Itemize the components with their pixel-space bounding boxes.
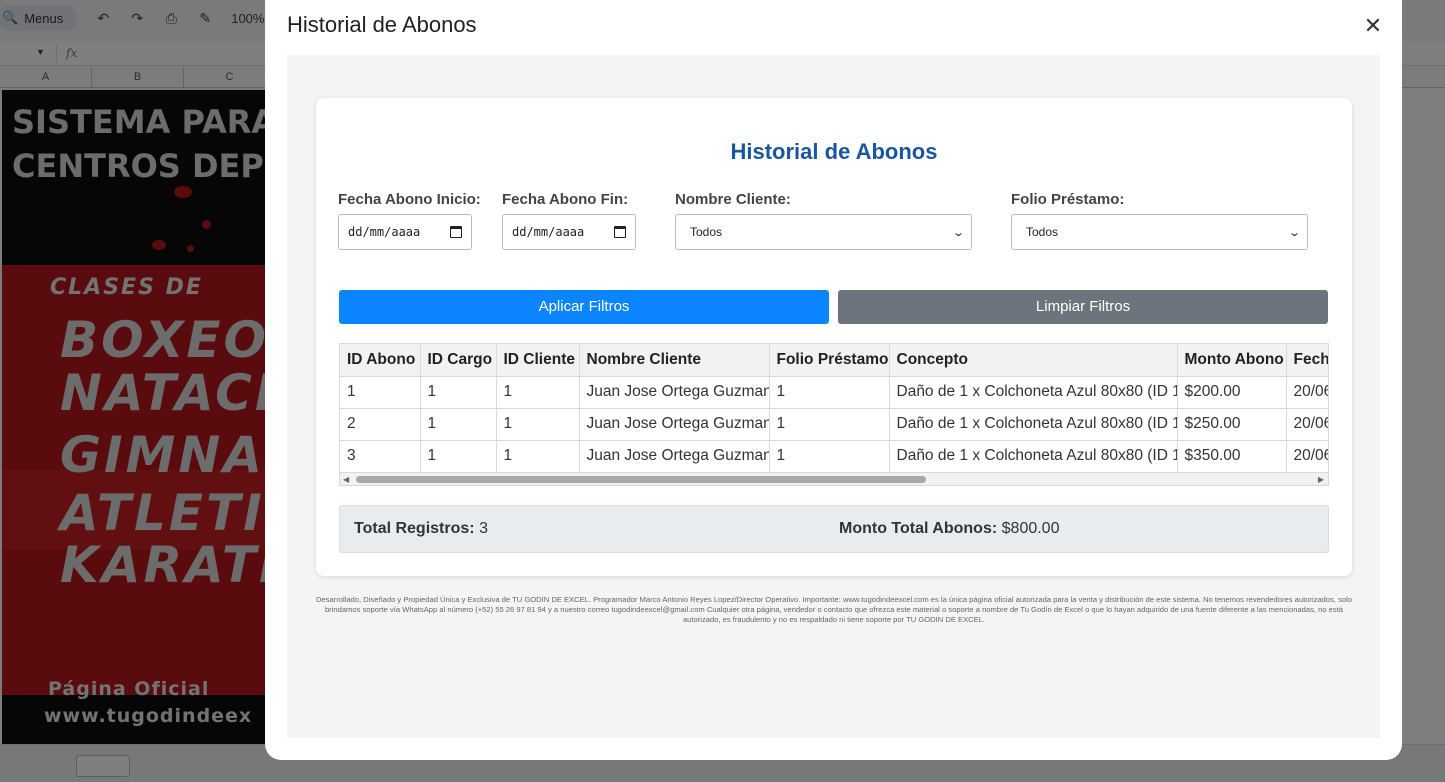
chevron-down-icon: ⌄ <box>951 226 965 239</box>
header-folio-prestamo: Folio Préstamo <box>769 344 890 377</box>
header-fecha: Fech <box>1286 344 1328 377</box>
cell-nombre-cliente: Juan Jose Ortega Guzman <box>579 408 770 441</box>
chevron-down-icon: ⌄ <box>1287 226 1301 239</box>
monto-total-value: $800.00 <box>1001 520 1060 537</box>
cell-id-abono: 3 <box>340 440 421 473</box>
fecha-fin-placeholder: dd/mm/aaaa <box>512 225 585 239</box>
nombre-cliente-label: Nombre Cliente: <box>675 191 791 208</box>
fecha-inicio-placeholder: dd/mm/aaaa <box>348 225 421 239</box>
filter-fecha-inicio: Fecha Abono Inicio: dd/mm/aaaa <box>338 191 481 250</box>
cell-monto-abono: $350.00 <box>1177 440 1287 473</box>
historial-card: Historial de Abonos Fecha Abono Inicio: … <box>316 98 1352 576</box>
cell-id-cliente: 1 <box>496 408 580 441</box>
scrollbar-thumb[interactable] <box>356 476 926 483</box>
cell-id-abono: 2 <box>340 408 421 441</box>
cell-fecha: 20/06 <box>1286 376 1328 409</box>
cell-id-cargo: 1 <box>420 440 497 473</box>
nombre-cliente-value: Todos <box>690 225 723 239</box>
table-row: 3 1 1 Juan Jose Ortega Guzman 1 Daño de … <box>340 440 1328 473</box>
fecha-fin-input[interactable]: dd/mm/aaaa <box>502 214 636 250</box>
monto-total-abonos: Monto Total Abonos: $800.00 <box>839 520 1059 538</box>
header-monto-abono: Monto Abono <box>1177 344 1287 377</box>
header-id-cargo: ID Cargo <box>420 344 497 377</box>
cell-id-cliente: 1 <box>496 376 580 409</box>
total-registros-value: 3 <box>479 520 488 537</box>
filter-fecha-fin: Fecha Abono Fin: dd/mm/aaaa <box>502 191 636 250</box>
scroll-left-icon[interactable]: ◀ <box>343 475 349 484</box>
modal-title: Historial de Abonos <box>287 12 477 37</box>
cell-id-abono: 1 <box>340 376 421 409</box>
cell-concepto: Daño de 1 x Colchoneta Azul 80x80 (ID 1) <box>889 408 1178 441</box>
filter-nombre-cliente: Nombre Cliente: Todos ⌄ <box>675 191 972 250</box>
scroll-right-icon[interactable]: ▶ <box>1318 475 1324 484</box>
fecha-fin-label: Fecha Abono Fin: <box>502 191 629 208</box>
total-registros-label: Total Registros: <box>354 520 475 537</box>
summary-bar: Total Registros: 3 Monto Total Abonos: $… <box>339 505 1329 553</box>
card-title: Historial de Abonos <box>730 139 938 164</box>
historial-abonos-modal: Historial de Abonos ✕ Historial de Abono… <box>265 0 1402 760</box>
header-id-cliente: ID Cliente <box>496 344 580 377</box>
limpiar-filtros-button[interactable]: Limpiar Filtros <box>838 290 1328 324</box>
folio-prestamo-select[interactable]: Todos ⌄ <box>1011 214 1308 250</box>
cell-nombre-cliente: Juan Jose Ortega Guzman <box>579 376 770 409</box>
cell-monto-abono: $200.00 <box>1177 376 1287 409</box>
cell-folio-prestamo: 1 <box>769 440 890 473</box>
footer-disclaimer: Desarrollado, Diseñado y Propiedad Única… <box>315 595 1353 624</box>
cell-id-cargo: 1 <box>420 408 497 441</box>
cell-concepto: Daño de 1 x Colchoneta Azul 80x80 (ID 1) <box>889 440 1178 473</box>
nombre-cliente-select[interactable]: Todos ⌄ <box>675 214 972 250</box>
header-nombre-cliente: Nombre Cliente <box>579 344 770 377</box>
calendar-icon[interactable] <box>450 226 462 238</box>
cell-concepto: Daño de 1 x Colchoneta Azul 80x80 (ID 1) <box>889 376 1178 409</box>
table-header-row: ID Abono ID Cargo ID Cliente Nombre Clie… <box>340 344 1328 377</box>
header-id-abono: ID Abono <box>340 344 421 377</box>
monto-total-label: Monto Total Abonos: <box>839 520 998 537</box>
fecha-inicio-label: Fecha Abono Inicio: <box>338 191 481 208</box>
cell-id-cargo: 1 <box>420 376 497 409</box>
aplicar-filtros-button[interactable]: Aplicar Filtros <box>339 290 829 324</box>
modal-body: Historial de Abonos Fecha Abono Inicio: … <box>287 55 1380 738</box>
filter-folio-prestamo: Folio Préstamo: Todos ⌄ <box>1011 191 1308 250</box>
abonos-table-container[interactable]: ID Abono ID Cargo ID Cliente Nombre Clie… <box>339 343 1329 486</box>
cell-monto-abono: $250.00 <box>1177 408 1287 441</box>
cell-folio-prestamo: 1 <box>769 408 890 441</box>
cell-folio-prestamo: 1 <box>769 376 890 409</box>
header-concepto: Concepto <box>889 344 1178 377</box>
cell-id-cliente: 1 <box>496 440 580 473</box>
close-icon[interactable]: ✕ <box>1361 14 1385 38</box>
cell-fecha: 20/06 <box>1286 440 1328 473</box>
cell-fecha: 20/06 <box>1286 408 1328 441</box>
table-row: 2 1 1 Juan Jose Ortega Guzman 1 Daño de … <box>340 408 1328 441</box>
table-horizontal-scrollbar[interactable]: ◀ ▶ <box>340 473 1328 485</box>
cell-nombre-cliente: Juan Jose Ortega Guzman <box>579 440 770 473</box>
folio-prestamo-value: Todos <box>1026 225 1059 239</box>
calendar-icon[interactable] <box>614 226 626 238</box>
fecha-inicio-input[interactable]: dd/mm/aaaa <box>338 214 472 250</box>
abonos-table: ID Abono ID Cargo ID Cliente Nombre Clie… <box>340 344 1328 473</box>
table-row: 1 1 1 Juan Jose Ortega Guzman 1 Daño de … <box>340 376 1328 409</box>
folio-prestamo-label: Folio Préstamo: <box>1011 191 1125 208</box>
total-registros: Total Registros: 3 <box>354 520 488 538</box>
